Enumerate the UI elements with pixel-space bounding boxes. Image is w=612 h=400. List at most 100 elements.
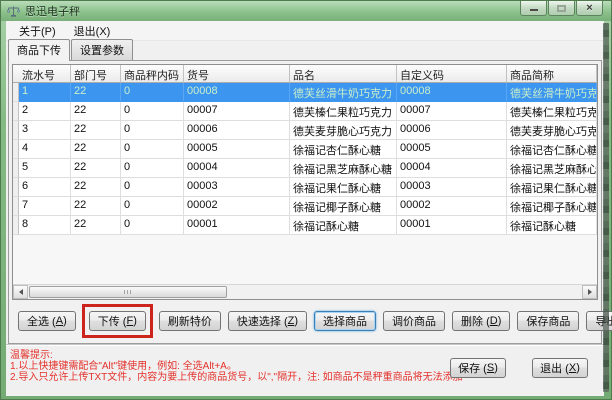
table-cell: 6 [19,178,71,197]
table-cell: 00001 [397,216,507,235]
table-row[interactable]: 422000005徐福记杏仁酥心糖00005徐福记杏仁酥心糖 [13,140,597,159]
table-cell: 00003 [184,178,290,197]
table-cell: 5 [19,159,71,178]
table-row[interactable]: 322000006德芙麦芽脆心巧克力00006德芙麦芽脆心巧克力 [13,121,597,140]
table-cell: 00006 [184,121,290,140]
quick-select-button[interactable]: 快速选择 (Z) [228,311,307,331]
table-cell: 22 [71,178,121,197]
goods-grid: 流水号部门号商品秤内码货号品名自定义码商品简称 122000008德芙丝滑牛奶巧… [12,64,598,300]
table-row[interactable]: 122000008德芙丝滑牛奶巧克力00008德芙丝滑牛奶巧克力 [13,83,597,102]
minimize-icon [530,9,538,11]
table-cell: 00001 [184,216,290,235]
price-adjust-goods-button[interactable]: 调价商品 [383,311,445,331]
toolbar: 全选 (A) 下传 (F) 刷新特价快速选择 (Z) 选择商品调价商品删除 (D) 保存… [12,300,598,342]
table-cell: 00008 [184,83,290,102]
table-cell: 德芙麦芽脆心巧克力 [290,121,397,140]
maximize-button[interactable] [548,1,575,16]
table-cell: 3 [19,121,71,140]
table-cell: 0 [121,102,184,121]
table-row[interactable]: 722000002徐福记椰子酥心糖00002徐福记椰子酥心糖 [13,197,597,216]
download-button[interactable]: 下传 (F) [89,311,146,331]
table-cell: 0 [121,216,184,235]
table-cell: 0 [121,159,184,178]
footer: 温馨提示:1.以上快捷键需配合"Alt"键使用，例如: 全选Alt+A。2.导入… [6,344,604,396]
column-header[interactable]: 流水号 [19,65,71,83]
save-button[interactable]: 保存 (S) [450,358,506,378]
table-cell: 22 [71,102,121,121]
client-area: 关于(P)退出(X) 商品下传设置参数 流水号部门号商品秤内码货号品名自定义码商… [6,21,604,396]
column-header[interactable]: 部门号 [71,65,121,83]
exit-button[interactable]: 退出 (X) [532,358,588,378]
table-cell: 徐福记杏仁酥心糖 [290,140,397,159]
table-row[interactable]: 822000001徐福记酥心糖00001徐福记酥心糖 [13,216,597,235]
column-header[interactable]: 商品简称 [507,65,597,83]
table-cell: 徐福记果仁酥心糖 [290,178,397,197]
select-all-button[interactable]: 全选 (A) [18,311,76,331]
red-annotation-box: 下传 (F) [82,304,153,338]
table-cell: 4 [19,140,71,159]
minimize-button[interactable] [520,1,547,16]
table-cell: 00005 [184,140,290,159]
tab-settings[interactable]: 设置参数 [71,39,133,60]
scrollbar-thumb[interactable] [29,286,227,298]
table-cell: 22 [71,83,121,102]
table-cell: 德芙丝滑牛奶巧克力 [507,83,597,102]
window-controls: × [520,1,603,16]
table-cell: 1 [19,83,71,102]
maximize-icon [557,5,566,12]
table-cell: 德芙麦芽脆心巧克力 [507,121,597,140]
table-cell: 22 [71,197,121,216]
table-cell: 22 [71,159,121,178]
table-cell: 7 [19,197,71,216]
table-cell: 0 [121,197,184,216]
table-cell: 22 [71,140,121,159]
table-cell: 德芙丝滑牛奶巧克力 [290,83,397,102]
delete-button[interactable]: 删除 (D) [452,311,510,331]
table-cell: 00006 [397,121,507,140]
save-goods-button[interactable]: 保存商品 [517,311,579,331]
close-button[interactable]: × [576,1,603,16]
grid-body: 122000008德芙丝滑牛奶巧克力00008德芙丝滑牛奶巧克力22200000… [13,83,597,235]
column-header[interactable]: 商品秤内码 [121,65,184,83]
table-cell: 0 [121,140,184,159]
table-cell: 德芙榛仁果粒巧克力 [290,102,397,121]
select-goods-button[interactable]: 选择商品 [314,311,376,331]
table-cell: 8 [19,216,71,235]
table-cell: 徐福记果仁酥心糖 [507,178,597,197]
table-row[interactable]: 522000004徐福记黑芝麻酥心糖00004徐福记黑芝麻酥心糖 [13,159,597,178]
triangle-right-icon [588,289,595,295]
table-cell: 00002 [397,197,507,216]
table-cell: 0 [121,83,184,102]
close-icon: × [586,3,592,14]
column-header[interactable]: 品名 [290,65,397,83]
grid-header-row: 流水号部门号商品秤内码货号品名自定义码商品简称 [13,65,597,83]
menu-bar: 关于(P)退出(X) [6,21,604,41]
table-cell: 0 [121,121,184,140]
table-cell: 徐福记杏仁酥心糖 [507,140,597,159]
tab-page-goods-download: 流水号部门号商品秤内码货号品名自定义码商品简称 122000008德芙丝滑牛奶巧… [8,60,602,344]
column-header[interactable]: 自定义码 [397,65,507,83]
scroll-right-button[interactable] [582,285,597,299]
table-cell: 2 [19,102,71,121]
scroll-left-button[interactable] [13,285,28,299]
table-cell: 22 [71,121,121,140]
table-cell: 00005 [397,140,507,159]
tab-goods-download[interactable]: 商品下传 [8,39,70,61]
tab-strip: 商品下传设置参数 [6,41,604,60]
refresh-special-price-button[interactable]: 刷新特价 [159,311,221,331]
table-cell: 00002 [184,197,290,216]
table-cell: 00007 [397,102,507,121]
table-cell: 徐福记酥心糖 [290,216,397,235]
triangle-left-icon [16,289,23,295]
title-bar: 思迅电子秤 × [1,1,611,21]
window-title: 思迅电子秤 [25,3,80,19]
table-cell: 徐福记黑芝麻酥心糖 [290,159,397,178]
scale-icon [7,5,20,18]
table-cell: 德芙榛仁果粒巧克力 [507,102,597,121]
column-header[interactable]: 货号 [184,65,290,83]
table-row[interactable]: 622000003徐福记果仁酥心糖00003徐福记果仁酥心糖 [13,178,597,197]
horizontal-scrollbar[interactable] [13,284,597,299]
table-cell: 徐福记黑芝麻酥心糖 [507,159,597,178]
table-cell: 00004 [397,159,507,178]
table-row[interactable]: 222000007德芙榛仁果粒巧克力00007德芙榛仁果粒巧克力 [13,102,597,121]
